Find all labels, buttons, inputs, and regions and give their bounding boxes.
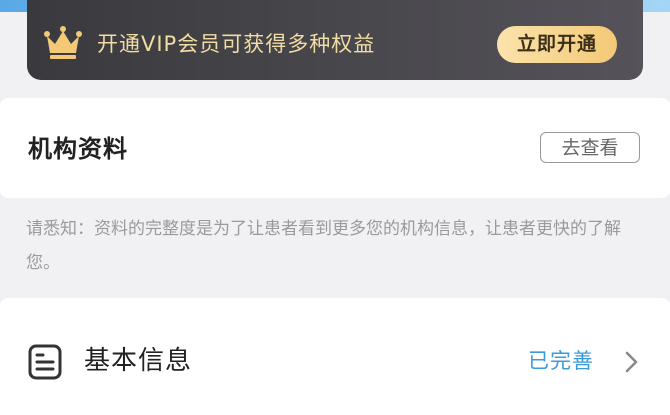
profile-notice: 请悉知：资料的完整度是为了让患者看到更多您的机构信息，让患者更快的了解您。 (26, 219, 621, 273)
vip-promo-text: 开通VIP会员可获得多种权益 (97, 32, 376, 56)
org-profile-card: 机构资料 去查看 (0, 98, 670, 198)
crown-icon (44, 26, 82, 59)
document-icon (28, 344, 62, 380)
activate-vip-button[interactable]: 立即开通 (497, 26, 617, 63)
view-profile-button[interactable]: 去查看 (540, 132, 640, 163)
org-profile-title: 机构资料 (28, 135, 128, 163)
basic-info-row[interactable]: 基本信息 已完善 (0, 298, 670, 415)
vip-banner[interactable]: 开通VIP会员可获得多种权益 立即开通 (27, 0, 643, 80)
chevron-right-icon (625, 351, 638, 373)
basic-info-title: 基本信息 (84, 346, 193, 376)
basic-info-status: 已完善 (528, 349, 594, 373)
